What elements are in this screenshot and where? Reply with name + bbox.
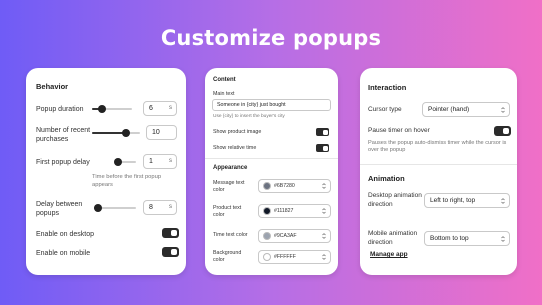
desktop-animation-select[interactable]: Left to right, top: [424, 193, 510, 208]
interaction-card: Interaction Cursor type Pointer (hand) P…: [360, 68, 517, 275]
recent-purchases-value: 10: [152, 129, 160, 136]
pause-timer-label: Pause timer on hover: [368, 127, 430, 134]
interaction-heading: Interaction: [368, 83, 407, 92]
mobile-animation-label: Mobile animation direction: [368, 230, 418, 246]
popup-duration-label: Popup duration: [36, 106, 84, 113]
cursor-type-value: Pointer (hand): [428, 106, 470, 113]
color-swatch: [263, 232, 271, 240]
first-delay-label: First popup delay: [36, 159, 90, 166]
behavior-card: Behavior Popup duration 6 s Number of re…: [26, 68, 186, 275]
recent-purchases-input[interactable]: 10: [146, 125, 177, 140]
show-image-label: Show product image: [213, 129, 262, 135]
color-value: #9CA3AF: [274, 233, 297, 239]
behavior-heading: Behavior: [36, 82, 69, 91]
desktop-animation-value: Left to right, top: [430, 197, 476, 204]
main-text-help: Use {city} to insert the buyer's city: [213, 114, 285, 119]
show-time-toggle[interactable]: [316, 144, 329, 152]
enable-mobile-toggle[interactable]: [162, 247, 179, 257]
chevron-updown-icon: [322, 183, 326, 189]
enable-desktop-toggle[interactable]: [162, 228, 179, 238]
delay-between-value: 8: [149, 204, 153, 211]
slider-knob[interactable]: [94, 204, 103, 212]
appearance-heading: Appearance: [213, 165, 248, 171]
popup-duration-slider[interactable]: [92, 105, 132, 113]
color-swatch: [263, 253, 271, 261]
slider-knob[interactable]: [121, 129, 130, 137]
content-card: Content Main text Someone in {city} just…: [205, 68, 338, 275]
enable-desktop-label: Enable on desktop: [36, 231, 94, 238]
bg-color-label: Background color: [213, 250, 242, 263]
delay-between-input[interactable]: 8 s: [143, 200, 177, 215]
first-delay-slider[interactable]: [114, 158, 136, 166]
section-divider: [205, 158, 338, 159]
recent-purchases-label: Number of recent purchases: [36, 127, 91, 143]
delay-between-label: Delay between popups: [36, 201, 83, 217]
manage-app-link[interactable]: Manage app: [370, 251, 408, 258]
message-color-select[interactable]: #6B7280: [258, 179, 331, 193]
show-image-toggle[interactable]: [316, 128, 329, 136]
popup-duration-value: 6: [149, 105, 153, 112]
slider-fill: [92, 132, 126, 134]
chevron-updown-icon: [501, 198, 505, 204]
chevron-updown-icon: [322, 233, 326, 239]
chevron-updown-icon: [501, 236, 505, 242]
color-value: #6B7280: [274, 183, 295, 189]
main-text-label: Main text: [213, 91, 235, 97]
color-swatch: [263, 207, 271, 215]
pause-timer-toggle[interactable]: [494, 126, 511, 136]
recent-purchases-slider[interactable]: [92, 129, 140, 137]
time-color-label: Time text color: [213, 232, 248, 238]
content-heading: Content: [213, 77, 236, 83]
message-color-label: Message text color: [213, 180, 245, 193]
color-value: #FFFFFF: [274, 254, 296, 260]
cursor-type-select[interactable]: Pointer (hand): [422, 102, 510, 117]
slider-knob[interactable]: [114, 158, 123, 166]
first-delay-input[interactable]: 1 s: [143, 154, 177, 169]
slider-knob[interactable]: [98, 105, 106, 113]
popup-duration-input[interactable]: 6 s: [143, 101, 177, 116]
color-swatch: [263, 182, 271, 190]
first-delay-value: 1: [149, 158, 153, 165]
enable-mobile-label: Enable on mobile: [36, 250, 91, 257]
chevron-updown-icon: [322, 254, 326, 260]
chevron-updown-icon: [501, 107, 505, 113]
main-text-input[interactable]: Someone in {city} just bought: [212, 99, 331, 111]
chevron-updown-icon: [322, 208, 326, 214]
unit-label: s: [169, 204, 172, 210]
first-delay-help: Time before the first popup appears: [92, 174, 162, 188]
mobile-animation-value: Bottom to top: [430, 235, 469, 242]
unit-label: s: [169, 158, 172, 164]
page-title: Customize popups: [160, 26, 382, 50]
product-color-label: Product text color: [213, 205, 242, 218]
mobile-animation-select[interactable]: Bottom to top: [424, 231, 510, 246]
show-time-label: Show relative time: [213, 145, 257, 151]
cursor-type-label: Cursor type: [368, 106, 402, 113]
unit-label: s: [169, 105, 172, 111]
product-color-select[interactable]: #111827: [258, 204, 331, 218]
desktop-animation-label: Desktop animation direction: [368, 192, 422, 208]
section-divider: [360, 164, 517, 165]
bg-color-select[interactable]: #FFFFFF: [258, 250, 331, 264]
time-color-select[interactable]: #9CA3AF: [258, 229, 331, 243]
color-value: #111827: [274, 208, 294, 214]
pause-timer-help: Pauses the popup auto-dismiss timer whil…: [368, 140, 507, 153]
animation-heading: Animation: [368, 174, 405, 183]
delay-between-slider[interactable]: [94, 204, 136, 212]
